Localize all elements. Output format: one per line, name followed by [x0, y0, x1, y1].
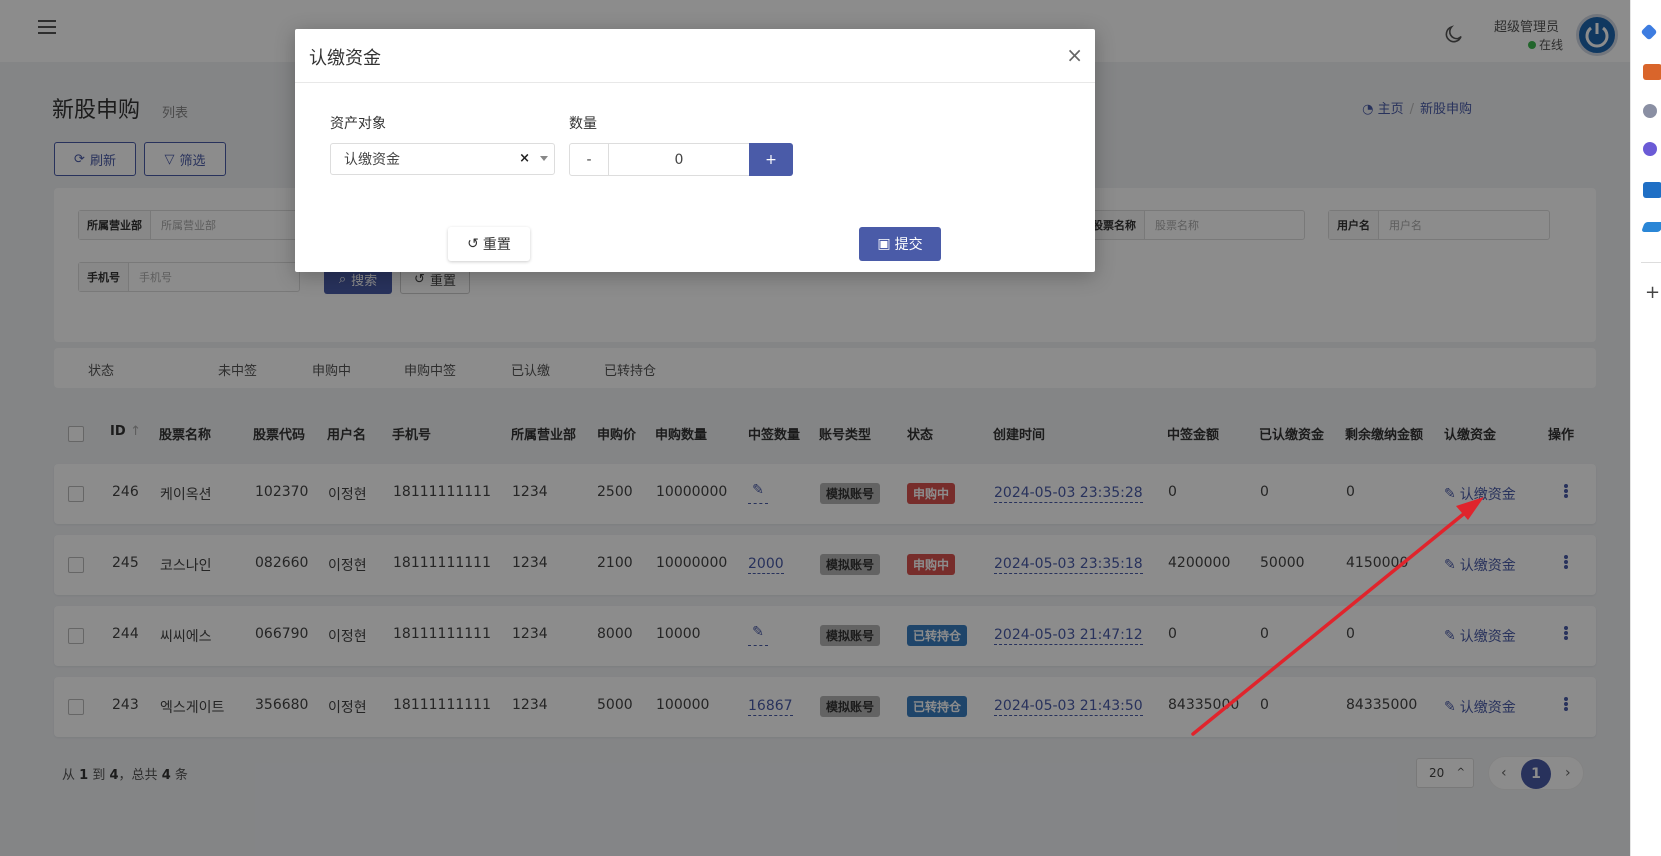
reset-icon: ↺ — [467, 236, 479, 252]
qty-label: 数量 — [569, 116, 597, 132]
close-icon[interactable]: × — [1066, 43, 1083, 67]
clear-icon[interactable]: × — [519, 151, 530, 166]
outlook-icon[interactable] — [1643, 182, 1661, 198]
add-icon[interactable]: + — [1645, 284, 1660, 302]
modal-title: 认缴资金 — [309, 48, 381, 69]
send-icon[interactable] — [1641, 222, 1661, 232]
tag-icon[interactable] — [1640, 23, 1658, 41]
browser-side-toolbar: + — [1630, 0, 1661, 856]
modal-reset-button[interactable]: ↺ 重置 — [448, 227, 530, 261]
save-icon: ▣ — [877, 236, 891, 252]
briefcase-icon[interactable] — [1643, 64, 1661, 80]
subscribe-funds-modal: 认缴资金 × 资产对象 数量 认缴资金 × - 0 + ↺ 重置 ▣ 提交 — [295, 29, 1095, 272]
asset-select[interactable]: 认缴资金 × — [330, 143, 555, 175]
decrement-button[interactable]: - — [569, 143, 609, 176]
chevron-down-icon — [540, 156, 548, 161]
increment-button[interactable]: + — [749, 143, 793, 176]
copilot-icon[interactable] — [1643, 142, 1657, 156]
quantity-input[interactable]: 0 — [609, 143, 749, 176]
divider — [1641, 262, 1661, 263]
modal-header: 认缴资金 × — [295, 29, 1095, 83]
modal-submit-button[interactable]: ▣ 提交 — [859, 227, 941, 261]
quantity-stepper: - 0 + — [569, 143, 793, 176]
people-icon[interactable] — [1643, 104, 1657, 118]
asset-label: 资产对象 — [330, 116, 386, 132]
